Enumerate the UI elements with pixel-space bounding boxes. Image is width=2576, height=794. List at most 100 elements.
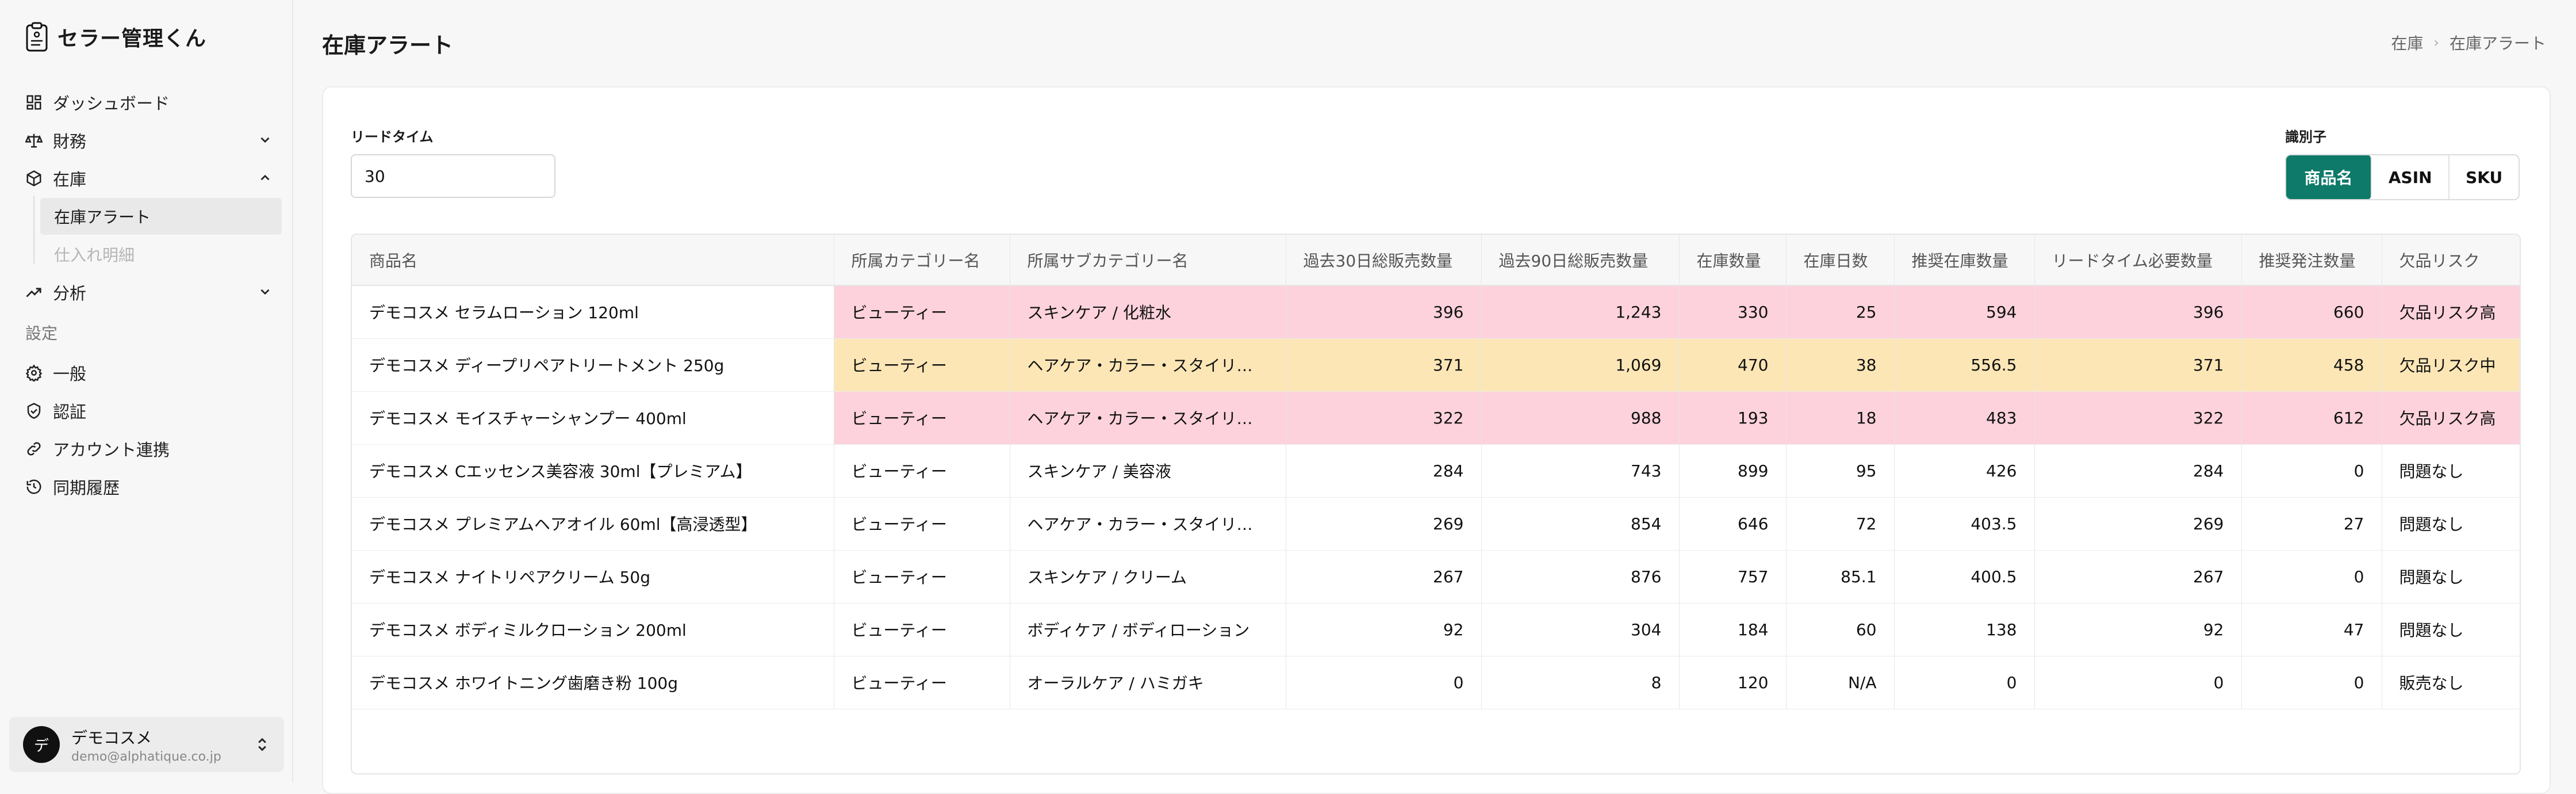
table-cell: 138 [1894, 603, 2035, 656]
table-cell: 426 [1894, 444, 2035, 498]
table-cell: 欠品リスク高 [2382, 391, 2520, 445]
breadcrumb-item[interactable]: 在庫 [2391, 31, 2423, 54]
sidebar-item-analytics[interactable]: 分析 [25, 274, 283, 311]
sidebar-item-account-link[interactable]: アカウント連携 [25, 430, 283, 467]
brand-name: セラー管理くん [57, 27, 207, 51]
inventory-alert-card: リードタイム 識別子 商品名 ASIN SKU 商品名所属カテゴリー名所属サブカ… [322, 86, 2551, 794]
table-cell: 193 [1679, 391, 1787, 445]
table-cell: 25 [1786, 285, 1895, 339]
identifier-option-sku[interactable]: SKU [2450, 155, 2518, 199]
brand[interactable]: セラー管理くん [25, 21, 206, 53]
table-cell: 284 [2034, 444, 2242, 498]
column-header: 過去30日総販売数量 [1286, 235, 1482, 286]
table-row[interactable]: デモコスメ ホワイトニング歯磨き粉 100g ビューティー オーラルケア / ハミガ… [352, 656, 2520, 709]
history-icon [26, 479, 41, 494]
table-cell: 販売なし [2382, 656, 2520, 709]
table-cell: 60 [1786, 603, 1895, 656]
table-cell: ヘアケア・カラー・スタイリング [1010, 497, 1286, 551]
table-cell: 47 [2241, 603, 2382, 656]
table-cell: 876 [1481, 550, 1680, 604]
user-name: デモコスメ [71, 728, 152, 747]
table-row[interactable]: デモコスメ モイスチャーシャンプー 400ml ビューティー ヘアケア・カラー・スタ… [352, 391, 2520, 445]
table-cell: スキンケア / 美容液 [1010, 444, 1286, 498]
table-row[interactable]: デモコスメ セラムローション 120ml ビューティー スキンケア / 化粧水 396… [352, 285, 2520, 339]
chevron-up-icon [260, 174, 270, 181]
avatar: デ [23, 726, 60, 763]
table-row[interactable]: デモコスメ Cエッセンス美容液 30ml【プレミアム】 ビューティー スキンケア /… [352, 444, 2520, 498]
sidebar-item-inventory[interactable]: 在庫 [25, 160, 283, 197]
table-cell: 問題なし [2382, 603, 2520, 656]
dashboard-icon [26, 95, 41, 110]
sidebar-subitem-inventory-alert[interactable]: 在庫アラート [40, 198, 282, 235]
sidebar-item-label: 在庫 [53, 170, 87, 189]
table-cell: デモコスメ ディープリペアトリートメント 250g [352, 338, 834, 392]
breadcrumb-separator-icon: › [2433, 35, 2439, 51]
table-row[interactable]: デモコスメ ナイトリペアクリーム 50g ビューティー スキンケア / クリーム 26… [352, 550, 2520, 604]
user-menu[interactable]: デ デモコスメ demo@alphatique.co.jp [9, 717, 284, 772]
table-cell: 267 [2034, 550, 2242, 604]
sidebar-item-dashboard[interactable]: ダッシュボード [25, 84, 283, 121]
table-cell: 38 [1786, 338, 1895, 392]
inventory-alert-table: 商品名 所属カテゴリー名 所属サブカテゴリー名 過去30日総販売数量 過去90日総販売数… [351, 234, 2521, 774]
table-cell: 400.5 [1894, 550, 2035, 604]
column-header: 推奨在庫数量 [1894, 235, 2035, 286]
table-cell: 403.5 [1894, 497, 2035, 551]
sidebar-subitem-purchase-details[interactable]: 仕入れ明細 [40, 236, 282, 273]
sidebar-item-general[interactable]: 一般 [25, 354, 283, 391]
table-cell: 612 [2241, 391, 2382, 445]
table-cell: 304 [1481, 603, 1680, 656]
column-header: 過去90日総販売数量 [1481, 235, 1680, 286]
table-row[interactable]: デモコスメ プレミアムヘアオイル 60ml【高浸透型】 ビューティー ヘアケア・カラ… [352, 497, 2520, 551]
table-cell: ビューティー [834, 444, 1010, 498]
page-title: 在庫アラート [322, 33, 454, 58]
table-cell: デモコスメ ナイトリペアクリーム 50g [352, 550, 834, 604]
submenu-guide-line [33, 196, 34, 264]
table-cell: ビューティー [834, 603, 1010, 656]
column-header: 在庫数量 [1679, 235, 1787, 286]
table-cell: 0 [2241, 656, 2382, 709]
table-cell: 269 [2034, 497, 2242, 551]
table-row[interactable]: デモコスメ ボディミルクローション 200ml ビューティー ボディケア / ボディ… [352, 603, 2520, 656]
table-cell: 問題なし [2382, 550, 2520, 604]
table-cell: 330 [1679, 285, 1787, 339]
table-cell: スキンケア / クリーム [1010, 550, 1286, 604]
column-header: 商品名 [352, 235, 834, 286]
column-header: 欠品リスク [2382, 235, 2520, 286]
table-cell: 8 [1481, 656, 1680, 709]
sidebar-item-label: 財務 [53, 132, 87, 151]
sidebar-item-label: 認証 [53, 402, 87, 422]
sidebar-item-finance[interactable]: 財務 [25, 122, 283, 159]
sidebar-item-label: 分析 [53, 284, 87, 303]
sidebar-item-auth[interactable]: 認証 [25, 392, 283, 429]
table-header-row: 商品名 所属カテゴリー名 所属サブカテゴリー名 過去30日総販売数量 過去90日総販売数… [352, 235, 2520, 286]
chevrons-up-down-icon [258, 738, 266, 751]
column-header: 推奨発注数量 [2241, 235, 2382, 286]
user-email: demo@alphatique.co.jp [71, 749, 221, 764]
sidebar-item-label: ダッシュボード [53, 94, 170, 113]
sidebar: セラー管理くん ダッシュボード 財務 在庫 在庫アラート 仕入れ明細 分析 設定 [0, 0, 293, 782]
table-cell: 458 [2241, 338, 2382, 392]
identifier-toggle-group: 商品名 ASIN SKU [2285, 154, 2520, 200]
table-cell: 269 [1286, 497, 1482, 551]
identifier-option-asin[interactable]: ASIN [2372, 155, 2450, 199]
lead-time-input[interactable] [351, 154, 555, 198]
breadcrumb-item-current: 在庫アラート [2449, 34, 2546, 53]
table-cell: 322 [1286, 391, 1482, 445]
table-cell: 0 [2034, 656, 2242, 709]
table-row[interactable]: デモコスメ ディープリペアトリートメント 250g ビューティー ヘアケア・カラー・… [352, 338, 2520, 392]
table-cell: 322 [2034, 391, 2242, 445]
table-cell: ヘアケア・カラー・スタイリング [1010, 338, 1286, 392]
table-cell: 問題なし [2382, 497, 2520, 551]
column-header: 所属カテゴリー名 [834, 235, 1010, 286]
table-cell: 問題なし [2382, 444, 2520, 498]
sidebar-item-sync-history[interactable]: 同期履歴 [25, 468, 283, 505]
table-cell: 396 [1286, 285, 1482, 339]
identifier-option-product-name[interactable]: 商品名 [2286, 155, 2372, 199]
trending-up-icon [26, 288, 41, 297]
column-header: リードタイム必要数量 [2034, 235, 2242, 286]
table-cell: 899 [1679, 444, 1787, 498]
table-cell: 72 [1786, 497, 1895, 551]
table-cell: 660 [2241, 285, 2382, 339]
table-cell: ビューティー [834, 497, 1010, 551]
link-icon [27, 442, 41, 456]
